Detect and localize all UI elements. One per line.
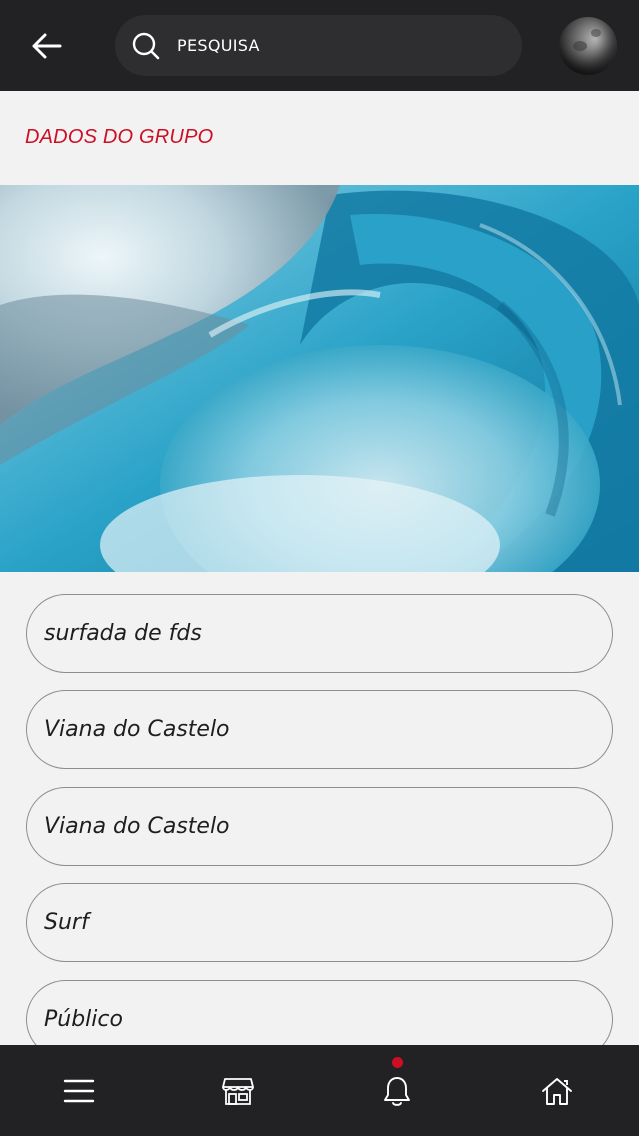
group-city-field[interactable]: Viana do Castelo [26,787,613,866]
nav-home-button[interactable] [529,1063,585,1119]
store-icon [222,1078,254,1105]
group-activity-field[interactable]: Surf [26,883,613,962]
nav-menu-button[interactable] [51,1063,107,1119]
avatar[interactable] [559,17,617,75]
bell-icon [384,1077,410,1106]
group-cover-image [0,185,639,572]
notification-badge [392,1057,403,1068]
group-name-field[interactable]: surfada de fds [26,594,613,673]
nav-store-button[interactable] [210,1063,266,1119]
back-button[interactable] [22,24,72,68]
group-location-field[interactable]: Viana do Castelo [26,690,613,769]
top-bar [0,0,639,91]
search-icon [131,31,161,61]
menu-icon [63,1079,95,1103]
arrow-left-icon [32,33,62,59]
search-input[interactable] [177,25,522,66]
page-title: DADOS DO GRUPO [25,126,214,148]
bottom-nav [0,1045,639,1136]
nav-notifications-button[interactable] [369,1063,425,1119]
home-icon [542,1078,572,1105]
search-bar[interactable] [115,15,522,76]
